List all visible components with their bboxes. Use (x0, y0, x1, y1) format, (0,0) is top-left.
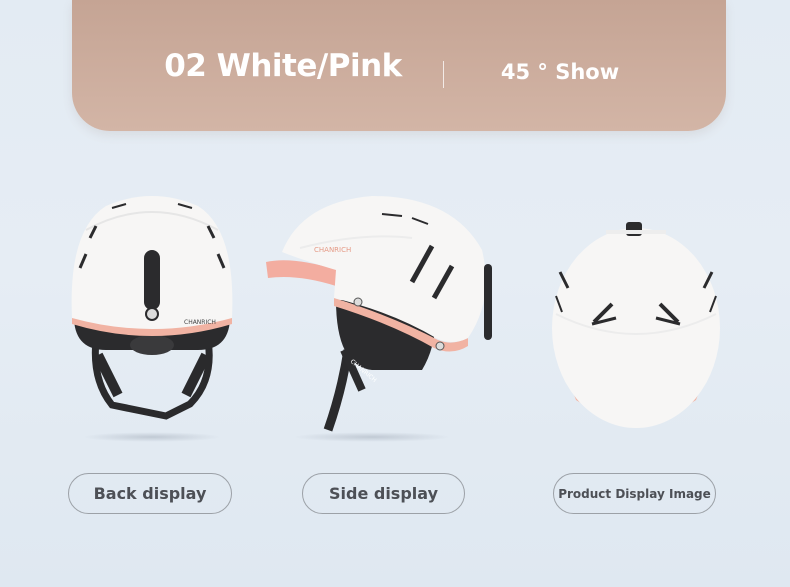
back-display-button[interactable]: Back display (68, 473, 232, 514)
color-banner: 02 White/Pink 45 ° Show (72, 0, 726, 131)
helmet-product-image (546, 218, 724, 434)
helmet-back-image: CHANRICH (66, 190, 238, 426)
helmet-side-shadow (292, 432, 452, 442)
helmet-side-image: CHANRICH CHANRICH (262, 190, 502, 440)
side-display-button[interactable]: Side display (302, 473, 465, 514)
colorway-title: 02 White/Pink (164, 48, 402, 84)
angle-label: 45 ° Show (500, 60, 620, 84)
back-brand-mark: CHANRICH (184, 319, 216, 326)
helmet-back-shadow (82, 432, 222, 442)
side-brand-mark: CHANRICH (314, 246, 351, 254)
banner-divider (443, 61, 444, 88)
product-display-image-button[interactable]: Product Display Image (553, 473, 716, 514)
